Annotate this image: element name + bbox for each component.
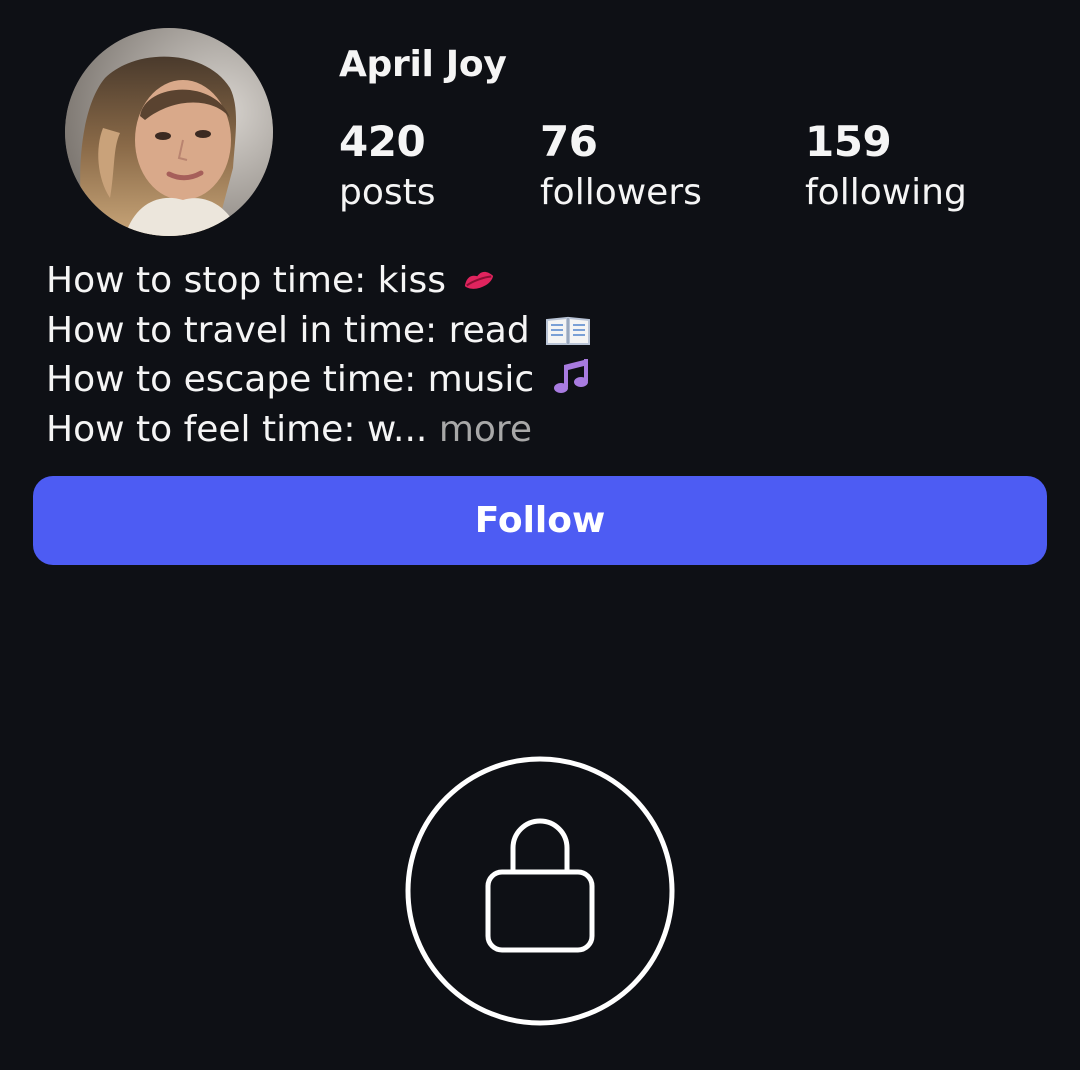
open-book-icon — [545, 312, 591, 358]
profile-username: April Joy — [339, 44, 507, 85]
avatar[interactable] — [65, 28, 273, 236]
bio-line: How to travel in time: read — [46, 308, 594, 358]
bio-line-text: How to stop time: kiss — [46, 260, 447, 301]
following-label: following — [805, 172, 967, 213]
followers-label: followers — [540, 172, 702, 213]
bio-line: How to feel time: w... more — [46, 407, 594, 453]
stat-following[interactable]: 159 following — [805, 116, 967, 218]
stat-posts[interactable]: 420 posts — [339, 116, 436, 218]
bio-line: How to escape time: music — [46, 357, 594, 407]
lock-icon — [405, 756, 675, 1026]
bio-line-text: How to travel in time: read — [46, 309, 530, 351]
bio-line-text: How to feel time: w... — [46, 408, 428, 450]
music-notes-icon — [550, 357, 594, 407]
posts-label: posts — [339, 172, 436, 213]
bio-line: How to stop time: kiss — [46, 258, 594, 308]
followers-count: 76 — [540, 117, 598, 166]
follow-button[interactable]: Follow — [33, 476, 1047, 565]
profile-photo — [65, 28, 273, 236]
posts-count: 420 — [339, 117, 426, 166]
bio-line-text: How to escape time: music — [46, 359, 535, 400]
profile-bio: How to stop time: kiss How to travel in … — [46, 258, 594, 452]
private-account-indicator — [405, 756, 675, 1026]
bio-more-link[interactable]: more — [439, 409, 532, 450]
stat-followers[interactable]: 76 followers — [540, 116, 702, 218]
kiss-lips-icon — [461, 262, 497, 308]
following-count: 159 — [805, 117, 892, 166]
